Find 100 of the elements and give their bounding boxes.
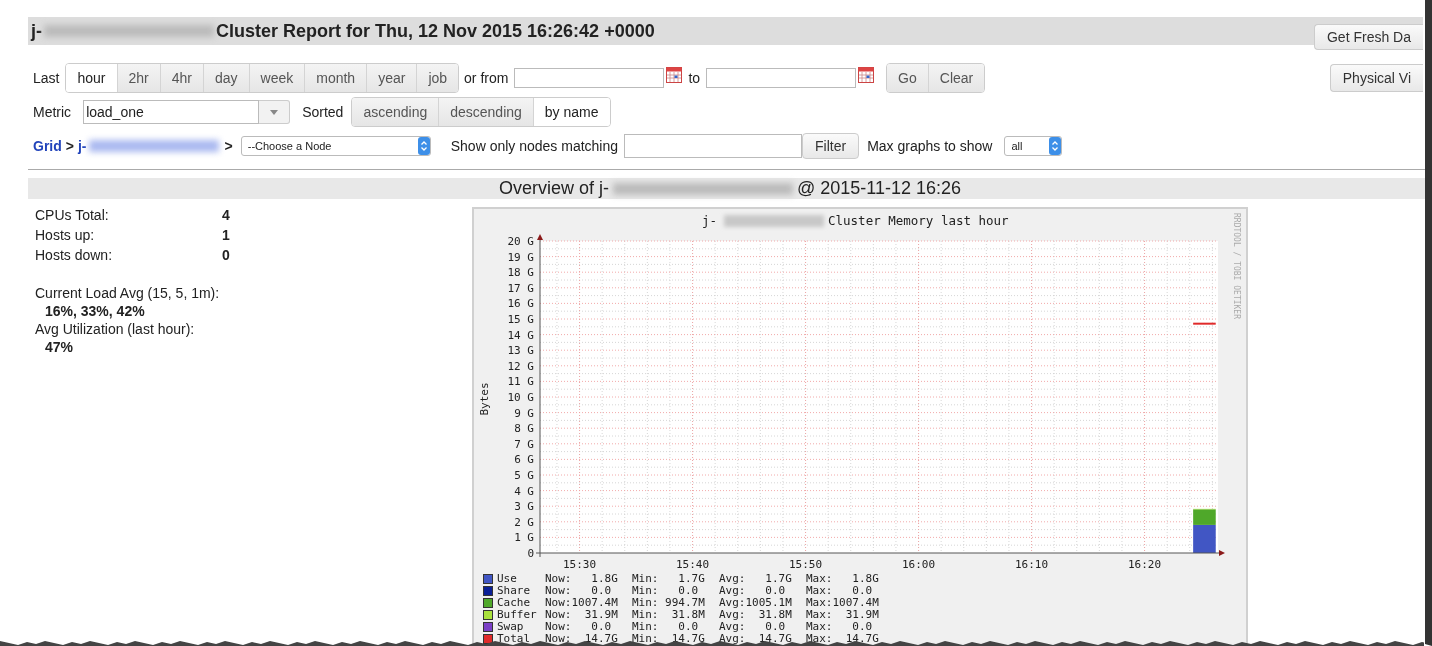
time-range-tab[interactable]: job	[416, 64, 459, 92]
y-tick-label: 14 G	[507, 328, 534, 342]
time-range-tab[interactable]: 4hr	[159, 64, 203, 92]
legend-max: Max: 0.0	[806, 585, 874, 597]
legend-max: Max: 1.8G	[806, 573, 880, 585]
last-label: Last	[33, 70, 60, 86]
y-tick-label: 13 G	[507, 344, 534, 358]
y-tick-label: 20 G	[507, 235, 534, 248]
x-tick-label: 15:30	[563, 558, 597, 571]
y-tick-label: 10 G	[507, 391, 534, 404]
grid-link[interactable]: Grid	[33, 138, 62, 154]
from-date-field[interactable]	[514, 68, 665, 88]
credit-text: RRDTOOL / TOBI OETIKER	[1232, 213, 1241, 319]
time-range-tab[interactable]: 2hr	[116, 64, 160, 92]
stepper-icon	[1049, 137, 1062, 155]
report-title: Cluster Report for Thu, 12 Nov 2015 16:26:42 +0000	[216, 20, 655, 42]
y-tick-label: 8 G	[514, 422, 534, 436]
y-tick-label: 15 G	[507, 313, 534, 326]
sort-tab[interactable]: descending	[438, 98, 533, 126]
sort-tab[interactable]: ascending	[352, 98, 439, 126]
stat-value: 1	[222, 227, 231, 244]
overview-timestamp: @ 2015-11-12 16:26	[797, 178, 962, 199]
y-tick-label: 17 G	[507, 281, 534, 295]
overview-title: Overview of j-	[498, 178, 609, 199]
time-range-tab[interactable]: year	[366, 64, 417, 92]
stat-value: 0	[222, 247, 231, 264]
node-filter-field[interactable]	[624, 134, 803, 158]
legend-now: Now:1007.4M	[545, 597, 619, 609]
graph-title-prefix: j-	[702, 213, 718, 228]
legend-name: Share	[497, 585, 532, 597]
filter-label: Show only nodes matching	[450, 138, 619, 154]
legend-name: Use	[497, 573, 518, 585]
stat-label: CPUs Total:	[35, 207, 110, 224]
x-tick-label: 16:10	[1015, 558, 1049, 571]
legend-avg: Avg: 1.7G	[719, 573, 793, 585]
y-tick-label: 3 G	[514, 500, 534, 514]
legend-min: Min: 14.7G	[632, 633, 706, 645]
load-value: 47%	[44, 338, 75, 356]
max-graphs-dropdown[interactable]: all	[1004, 136, 1063, 156]
legend-now: Now: 31.9M	[545, 609, 619, 621]
legend-avg: Avg:1005.1M	[719, 597, 793, 609]
y-tick-label: 6 G	[514, 453, 534, 467]
caret-icon	[270, 109, 279, 115]
time-range-tab[interactable]: month	[304, 64, 367, 92]
legend-max: Max: 31.9M	[806, 609, 880, 621]
x-tick-label: 16:00	[902, 558, 936, 571]
y-tick-label: 0	[527, 547, 534, 560]
breadcrumb-separator: >	[65, 138, 74, 154]
filter-button[interactable]: Filter	[802, 133, 860, 159]
legend-avg: Avg: 0.0	[719, 621, 787, 633]
load-value: 16%, 33%, 42%	[44, 302, 146, 320]
y-tick-label: 7 G	[514, 437, 534, 451]
y-tick-label: 4 G	[514, 484, 534, 498]
legend-name: Cache	[497, 597, 532, 609]
legend-min: Min: 0.0	[632, 621, 700, 633]
node-dropdown[interactable]: --Choose a Node	[240, 136, 431, 156]
breadcrumb-separator: >	[224, 138, 233, 154]
legend-name: Total	[497, 633, 532, 645]
load-label: Avg Utilization (last hour):	[35, 320, 196, 338]
go-button[interactable]: Go	[887, 64, 928, 92]
stat-value: 4	[222, 207, 231, 224]
y-tick-label: 9 G	[514, 406, 534, 420]
calendar-icon[interactable]	[666, 67, 683, 83]
get-fresh-data-button[interactable]: Get Fresh Da	[1313, 24, 1423, 50]
clear-button[interactable]: Clear	[927, 64, 985, 92]
stat-label: Hosts down:	[35, 247, 114, 264]
sort-tab[interactable]: by name	[532, 98, 610, 126]
legend-min: Min: 31.8M	[632, 609, 706, 621]
time-range-tab[interactable]: week	[248, 64, 305, 92]
legend-min: Min: 1.7G	[632, 573, 706, 585]
metric-label: Metric	[33, 104, 72, 120]
calendar-icon[interactable]	[858, 67, 875, 83]
y-tick-label: 1 G	[514, 531, 534, 545]
legend-min: Min: 994.7M	[632, 597, 706, 609]
legend-min: Min: 0.0	[632, 585, 700, 597]
legend-avg: Avg: 0.0	[719, 585, 787, 597]
y-tick-label: 16 G	[507, 297, 534, 311]
legend-now: Now: 14.7G	[545, 633, 619, 645]
y-tick-label: 18 G	[507, 266, 534, 280]
time-range-tab[interactable]: day	[202, 64, 249, 92]
cluster-link[interactable]: j-	[77, 138, 87, 154]
to-date-field[interactable]	[706, 68, 857, 88]
legend-name: Buffer	[497, 609, 538, 621]
report-title-prefix: j-	[31, 20, 42, 42]
x-tick-label: 15:40	[676, 558, 710, 571]
x-tick-label: 15:50	[789, 558, 823, 571]
legend-now: Now: 0.0	[545, 585, 613, 597]
graph-title: Cluster Memory last hour	[828, 213, 1009, 228]
to-label: to	[688, 70, 701, 86]
y-tick-label: 19 G	[507, 250, 534, 264]
stat-label: Hosts up:	[35, 227, 96, 244]
y-tick-label: 5 G	[514, 469, 534, 482]
y-tick-label: 12 G	[507, 359, 534, 373]
stepper-icon	[417, 137, 430, 155]
legend-max: Max: 14.7G	[806, 633, 880, 645]
physical-view-button[interactable]: Physical Vi	[1329, 64, 1423, 92]
load-label: Current Load Avg (15, 5, 1m):	[35, 284, 221, 302]
legend-name: Swap	[497, 621, 525, 633]
legend-max: Max:1007.4M	[806, 597, 880, 609]
legend-now: Now: 0.0	[545, 621, 613, 633]
